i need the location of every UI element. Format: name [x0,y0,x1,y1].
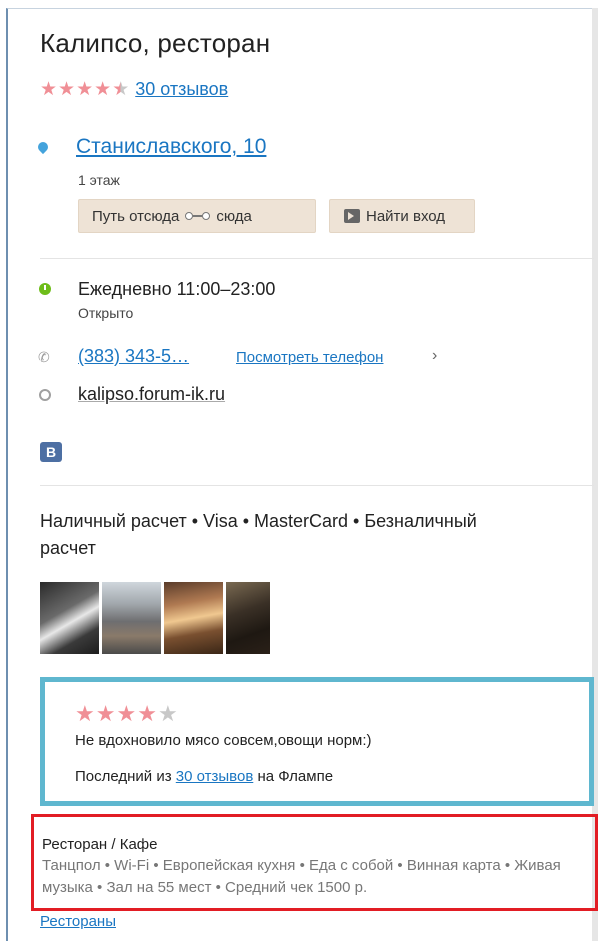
star-icon: ★ [137,701,157,726]
photo-thumbnail[interactable] [102,582,161,654]
find-entrance-label: Найти вход [366,207,446,225]
rating-stars: ★ ★ ★ ★ ★ [40,80,129,99]
entrance-icon [344,209,360,223]
show-phone-link[interactable]: Посмотреть телефон [236,349,383,366]
star-icon: ★ [76,79,94,100]
review-source-prefix: Последний из [75,768,172,785]
photo-thumbnail[interactable] [226,582,270,654]
divider [40,485,594,486]
payment-methods: Наличный расчет • Visa • MasterCard • Бе… [40,511,477,558]
star-icon: ★ [58,79,76,100]
reviews-link[interactable]: 30 отзывов [135,79,228,100]
vk-icon[interactable]: B [40,442,62,462]
star-icon: ★ [95,701,116,726]
route-button[interactable]: Путь отсюда сюда [78,199,316,233]
review-card: ★ ★ ★ ★ ★ Не вдохновило мясо совсем,овощ… [40,677,594,806]
star-icon: ★ [157,701,178,726]
review-source-suffix: на Флампе [257,768,334,785]
phone-icon: ✆ [38,349,50,365]
clock-icon [39,283,51,295]
find-entrance-button[interactable]: Найти вход [329,199,475,233]
review-source-link[interactable]: 30 отзывов [176,768,254,785]
address-link[interactable]: Станиславского, 10 [76,135,266,159]
globe-icon [39,389,51,401]
opening-hours: Ежедневно 11:00–23:00 [78,279,276,299]
rating-row: ★ ★ ★ ★ ★ 30 отзывов [40,79,228,100]
photo-gallery [40,582,270,654]
category-title: Ресторан / Кафе [42,836,158,853]
star-icon: ★ [40,79,58,100]
review-source: Последний из 30 отзывов на Флампе [75,768,333,785]
open-status: Открыто [78,305,134,321]
route-connector-icon [185,212,211,220]
review-text: Не вдохновило мясо совсем,овощи норм:) [75,732,372,749]
place-title: Калипсо, ресторан [40,28,271,58]
vk-label: B [45,444,57,460]
category-tags: Танцпол • Wi-Fi • Европейская кухня • Ед… [42,857,561,896]
star-icon: ★ [75,701,95,726]
star-icon: ★ [116,701,137,726]
route-to-label: сюда [216,207,252,225]
star-icon: ★ [94,79,112,100]
review-stars: ★ ★ ★ ★ ★ [75,703,178,725]
photo-thumbnail[interactable] [40,582,99,654]
star-icon: ★ [112,79,130,100]
website-link[interactable]: kalipso.forum-ik.ru [78,384,225,405]
map-pin-icon [35,139,51,155]
floor-info: 1 этаж [78,172,120,188]
photo-thumbnail[interactable] [164,582,223,654]
chevron-right-icon[interactable]: › [432,347,437,365]
phone-number[interactable]: (383) 343-5… [78,346,189,367]
divider [40,258,594,259]
route-from-label: Путь отсюда [92,207,180,225]
address-row: Станиславского, 10 [35,135,266,159]
category-link[interactable]: Рестораны [40,913,116,930]
category-box: Ресторан / Кафе Танцпол • Wi-Fi • Европе… [31,814,598,911]
